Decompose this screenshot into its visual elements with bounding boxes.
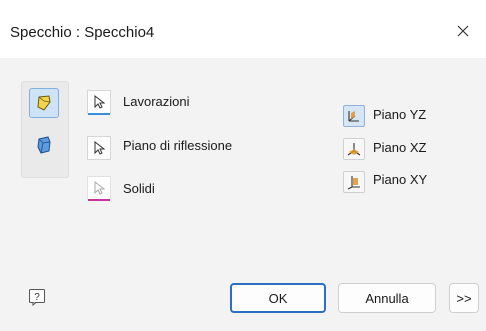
plane-xy-label: Piano XY [373, 172, 428, 187]
plane-xy-button[interactable] [343, 171, 365, 193]
mirror-dialog: Specchio : Specchio4 Lavorazioni Piano d… [0, 0, 486, 331]
cursor-arrow-icon [94, 181, 105, 195]
mirror-solids-button[interactable] [29, 130, 59, 160]
features-label: Lavorazioni [123, 94, 190, 109]
mode-selector [21, 81, 69, 178]
title-bar: Specchio : Specchio4 [0, 0, 486, 58]
features-underline [88, 113, 110, 115]
help-button[interactable]: ? [26, 286, 48, 308]
plane-yz-icon [348, 111, 359, 122]
close-icon [457, 25, 469, 37]
mirror-plane-select-button[interactable] [87, 136, 111, 160]
solids-underline [88, 199, 110, 201]
mirror-plane-label: Piano di riflessione [123, 138, 233, 153]
mirror-features-icon [37, 95, 51, 111]
mirror-solids-icon [37, 136, 51, 154]
plane-xy-icon [347, 176, 360, 190]
solids-select-button[interactable] [87, 176, 111, 201]
dialog-title: Specchio : Specchio4 [10, 24, 155, 41]
dialog-body: Lavorazioni Piano di riflessione Solidi … [0, 58, 486, 331]
cursor-arrow-icon [94, 141, 105, 155]
mirror-features-button[interactable] [29, 88, 59, 118]
close-button[interactable] [450, 18, 476, 44]
plane-yz-label: Piano YZ [373, 107, 427, 122]
ok-button[interactable]: OK [230, 283, 326, 313]
cursor-arrow-icon [94, 95, 105, 109]
svg-text:?: ? [34, 292, 40, 303]
solids-label: Solidi [123, 181, 155, 196]
cancel-button[interactable]: Annulla [338, 283, 436, 313]
features-select-button[interactable] [87, 90, 111, 115]
plane-yz-button[interactable] [343, 105, 365, 127]
help-icon: ? [29, 289, 45, 306]
plane-xz-icon [347, 143, 361, 156]
plane-xz-label: Piano XZ [373, 140, 427, 155]
more-options-button[interactable]: >> [449, 283, 479, 313]
plane-xz-button[interactable] [343, 138, 365, 160]
